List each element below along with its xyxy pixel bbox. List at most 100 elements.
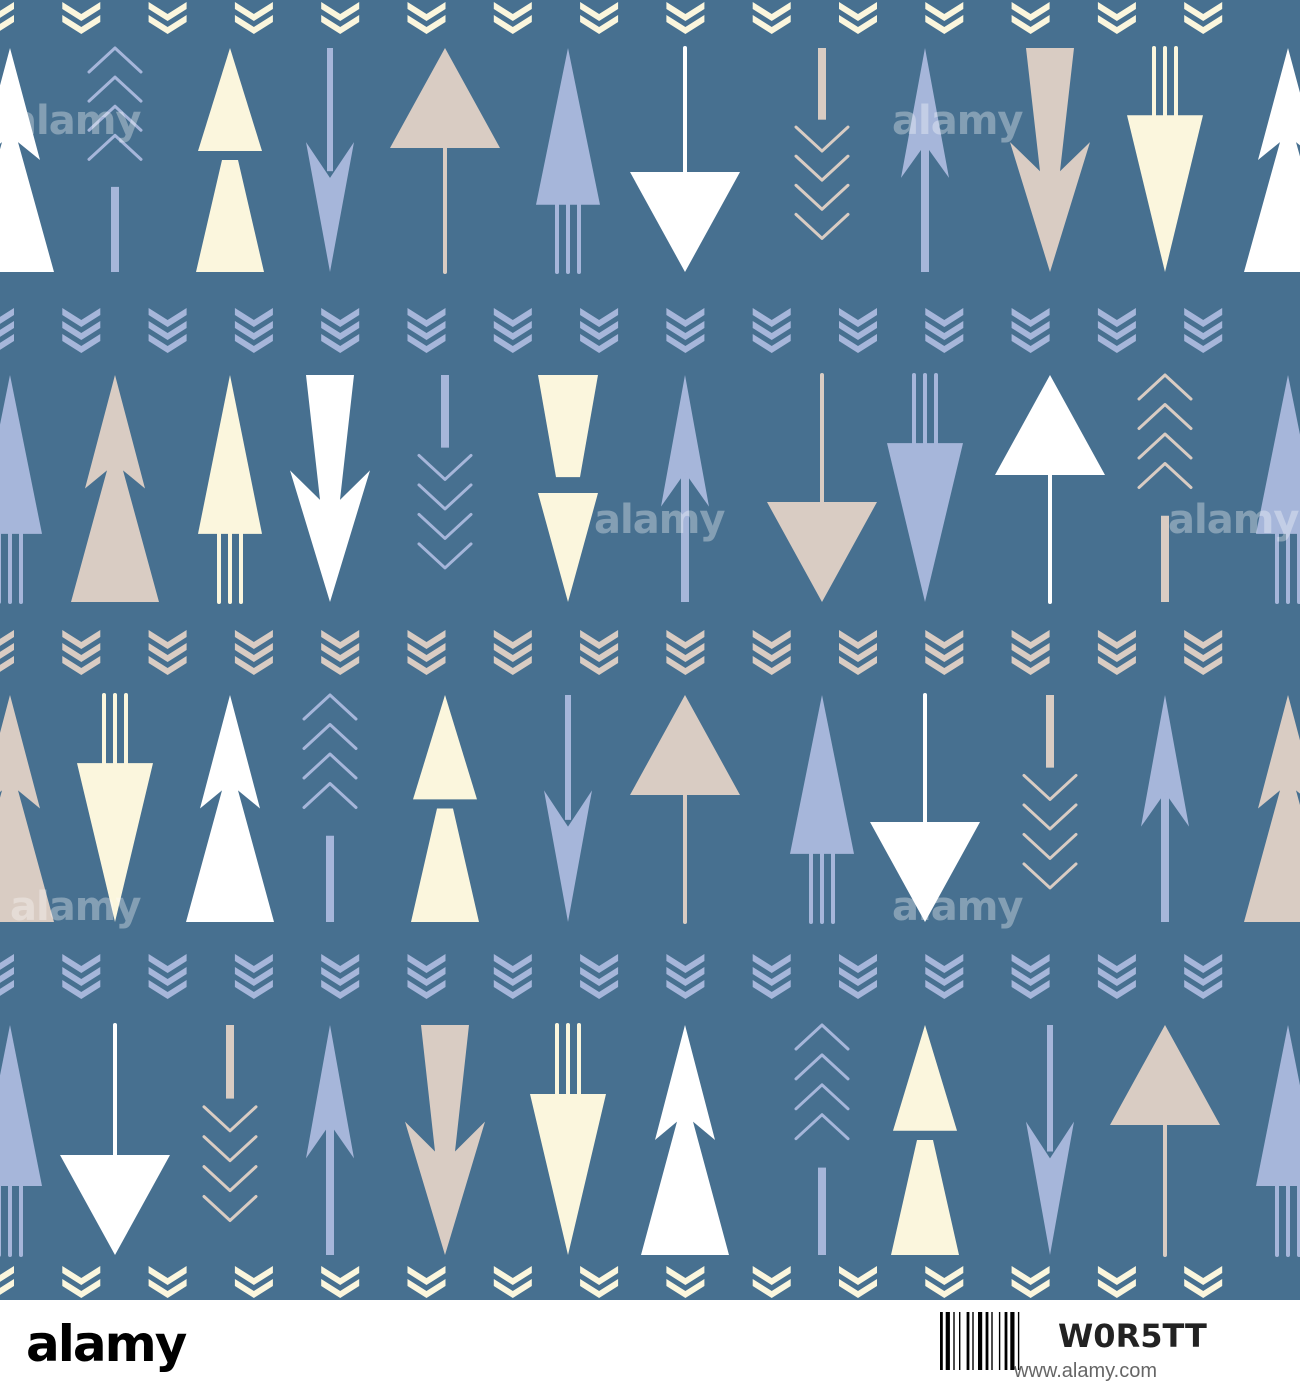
chevron-mark xyxy=(234,954,273,999)
chevron-mark xyxy=(752,630,791,675)
chevron-mark xyxy=(666,1266,705,1298)
barcode-bar xyxy=(985,1312,989,1370)
barcode-bar xyxy=(953,1312,955,1370)
chevron-mark xyxy=(62,630,101,675)
chevron-mark xyxy=(62,2,101,34)
chevron-mark xyxy=(148,1266,187,1298)
arrow-icon xyxy=(544,695,592,922)
arrow-icon xyxy=(198,375,262,604)
arrow-pattern-artwork: alamy alamy alamy alamy alamy alamy xyxy=(0,0,1300,1300)
arrow-icon xyxy=(530,1023,606,1255)
arrow-icon xyxy=(1022,695,1078,890)
chevron-mark xyxy=(1097,954,1136,999)
arrow-icon xyxy=(1010,48,1090,272)
chevron-mark xyxy=(1011,308,1050,353)
arrow-icon xyxy=(901,48,949,272)
chevron-mark xyxy=(666,954,705,999)
chevron-mark xyxy=(580,954,619,999)
chevron-mark xyxy=(62,1266,101,1298)
chevron-mark xyxy=(0,2,14,31)
arrow-icon xyxy=(536,48,600,274)
chevron-mark xyxy=(752,954,791,999)
arrow-icon xyxy=(1137,373,1193,602)
chevron-mark xyxy=(234,1266,273,1298)
chevron-mark xyxy=(1011,630,1050,675)
arrow-icon xyxy=(767,373,877,602)
arrow-icon xyxy=(887,373,963,602)
chevron-mark xyxy=(234,308,273,353)
image-id: W0R5TT xyxy=(1058,1317,1207,1355)
arrow-icon xyxy=(1244,695,1300,922)
chevron-mark xyxy=(0,1266,14,1295)
barcode-bar xyxy=(940,1312,943,1370)
chevron-band xyxy=(0,630,1223,675)
chevron-mark xyxy=(321,1266,360,1298)
chevron-mark xyxy=(1097,2,1136,34)
barcode-bar xyxy=(959,1312,961,1370)
chevron-mark xyxy=(1184,1266,1223,1298)
arrow-row xyxy=(0,46,1300,274)
chevron-band xyxy=(0,2,1223,34)
chevron-mark xyxy=(925,630,964,675)
chevron-mark xyxy=(752,308,791,353)
chevron-mark xyxy=(148,630,187,675)
chevron-mark xyxy=(839,954,877,999)
chevron-mark xyxy=(407,2,446,34)
arrow-icon xyxy=(0,1025,42,1257)
arrow-icon xyxy=(77,693,153,922)
arrow-icon xyxy=(1141,695,1189,922)
arrow-icon xyxy=(661,375,709,602)
chevron-mark xyxy=(321,2,360,34)
chevron-mark xyxy=(925,954,964,999)
chevron-mark xyxy=(839,1266,877,1298)
arrow-icon xyxy=(290,375,370,602)
chevron-mark xyxy=(407,308,446,353)
chevron-mark xyxy=(580,630,619,675)
arrow-icon xyxy=(891,1025,959,1255)
chevron-mark xyxy=(493,954,532,999)
chevron-mark xyxy=(1011,2,1050,34)
arrow-icon xyxy=(0,375,42,604)
barcode-bar xyxy=(966,1312,970,1370)
stock-footer-bar: alamy W0R5TT www.alamy.com xyxy=(0,1300,1300,1390)
footer-url: www.alamy.com xyxy=(1014,1360,1157,1382)
arrow-icon xyxy=(306,48,354,272)
arrow-icon xyxy=(306,1025,354,1255)
chevron-mark xyxy=(0,308,14,350)
chevron-mark xyxy=(666,2,705,34)
chevron-mark xyxy=(1097,630,1136,675)
arrow-icon xyxy=(1256,375,1300,604)
chevron-mark xyxy=(1184,954,1223,999)
arrow-icon xyxy=(1256,1025,1300,1257)
chevron-mark xyxy=(234,2,273,34)
arrow-icon xyxy=(630,695,740,924)
arrow-row xyxy=(0,693,1300,924)
arrow-pattern-svg xyxy=(0,2,1300,1298)
chevron-mark xyxy=(1011,954,1050,999)
arrow-icon xyxy=(60,1023,170,1255)
chevron-mark xyxy=(493,630,532,675)
arrow-icon xyxy=(202,1025,258,1222)
barcode-bar xyxy=(998,1312,1001,1370)
chevron-mark xyxy=(493,2,532,34)
chevron-mark xyxy=(407,1266,446,1298)
chevron-mark xyxy=(752,1266,791,1298)
barcode-bar xyxy=(1004,1312,1008,1370)
arrow-icon xyxy=(794,48,850,240)
chevron-mark xyxy=(321,954,360,999)
chevron-mark xyxy=(925,1266,964,1298)
chevron-band xyxy=(0,1266,1223,1298)
arrow-icon xyxy=(1110,1025,1220,1257)
chevron-mark xyxy=(407,630,446,675)
chevron-mark xyxy=(925,308,964,353)
arrow-icon xyxy=(794,1023,850,1255)
arrow-icon xyxy=(870,693,980,922)
arrow-icon xyxy=(790,695,854,924)
chevron-mark xyxy=(580,308,619,353)
arrow-icon xyxy=(411,695,479,922)
chevron-mark xyxy=(1011,1266,1050,1298)
chevron-mark xyxy=(580,2,619,34)
arrow-icon xyxy=(641,1025,729,1255)
chevron-mark xyxy=(1184,630,1223,675)
chevron-mark xyxy=(580,1266,619,1298)
